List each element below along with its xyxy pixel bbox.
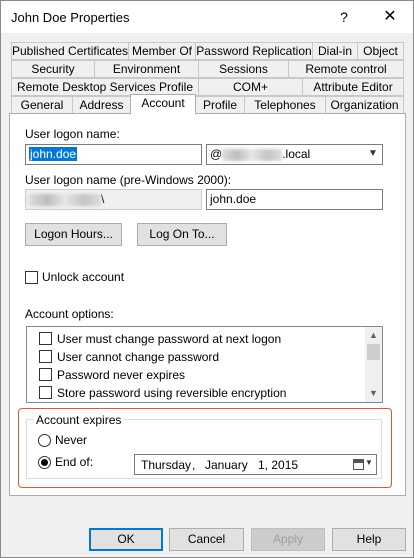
tab-general[interactable]: General: [11, 96, 73, 114]
list-item: Password never expires: [57, 368, 186, 382]
pre2000-name-input[interactable]: john.doe: [206, 189, 383, 210]
help-icon[interactable]: ?: [321, 1, 367, 33]
tab-telephones[interactable]: Telephones: [244, 96, 326, 114]
tab-member-of[interactable]: Member Of: [128, 42, 196, 60]
tab-published-certificates[interactable]: Published Certificates: [11, 42, 129, 60]
account-options-list[interactable]: User must change password at next logon …: [26, 326, 383, 403]
logon-name-value: john.doe: [29, 147, 78, 161]
tab-sessions[interactable]: Sessions: [198, 60, 289, 78]
list-item: User must change password at next logon: [57, 332, 282, 346]
list-item: User cannot change password: [57, 350, 220, 364]
tab-attribute-editor[interactable]: Attribute Editor: [302, 78, 404, 96]
logon-hours-button[interactable]: Logon Hours...: [25, 223, 122, 246]
upn-suffix-dropdown[interactable]: @ .local ▼: [206, 144, 383, 165]
unlock-account-label: Unlock account: [42, 270, 125, 284]
pre2000-domain-field: \: [25, 189, 202, 210]
domain-redacted: [222, 148, 283, 161]
cancel-button[interactable]: Cancel: [169, 528, 244, 551]
title-bar: John Doe Properties ? ✕: [1, 1, 413, 33]
list-item: Store password using reversible encrypti…: [57, 386, 287, 400]
option-checkbox[interactable]: [39, 386, 52, 399]
log-on-to-button[interactable]: Log On To...: [137, 223, 227, 246]
tab-object[interactable]: Object: [357, 42, 404, 60]
scroll-up-icon[interactable]: ▲: [365, 327, 382, 344]
chevron-down-icon: ▼: [368, 148, 378, 159]
unlock-account-checkbox[interactable]: [25, 271, 38, 284]
tab-com-plus[interactable]: COM+: [198, 78, 303, 96]
close-icon[interactable]: ✕: [367, 1, 413, 33]
option-checkbox[interactable]: [39, 350, 52, 363]
pre2000-domain-redacted: [29, 193, 101, 206]
apply-button[interactable]: Apply: [251, 528, 325, 551]
pre2000-name-value: john.doe: [210, 192, 257, 206]
domain-prefix: @: [210, 147, 223, 161]
properties-dialog: John Doe Properties ? ✕ Published Certif…: [0, 0, 414, 558]
tab-remote-control[interactable]: Remote control: [288, 60, 404, 78]
tab-environment[interactable]: Environment: [94, 60, 199, 78]
ok-button[interactable]: OK: [89, 528, 163, 551]
pre2000-domain-suffix: \: [101, 192, 105, 206]
pre2000-label: User logon name (pre-Windows 2000):: [25, 173, 232, 187]
help-button[interactable]: Help: [332, 528, 406, 551]
logon-name-label: User logon name:: [25, 127, 120, 141]
tab-security[interactable]: Security: [11, 60, 95, 78]
tab-profile[interactable]: Profile: [195, 96, 245, 114]
scroll-down-icon[interactable]: ▼: [365, 385, 382, 402]
window-title: John Doe Properties: [11, 10, 130, 25]
option-checkbox[interactable]: [39, 368, 52, 381]
account-options-label: Account options:: [25, 307, 114, 321]
tab-address[interactable]: Address: [72, 96, 131, 114]
domain-suffix: .local: [282, 147, 311, 161]
options-scrollbar[interactable]: ▲ ▼: [365, 327, 382, 402]
logon-name-input[interactable]: john.doe: [25, 144, 202, 165]
option-checkbox[interactable]: [39, 332, 52, 345]
scrollbar-thumb[interactable]: [367, 344, 380, 360]
account-expires-highlight: [18, 408, 392, 488]
tab-account[interactable]: Account: [130, 94, 196, 115]
tab-dial-in[interactable]: Dial-in: [312, 42, 358, 60]
tab-password-replication[interactable]: Password Replication: [195, 42, 313, 60]
tab-organization[interactable]: Organization: [325, 96, 404, 114]
